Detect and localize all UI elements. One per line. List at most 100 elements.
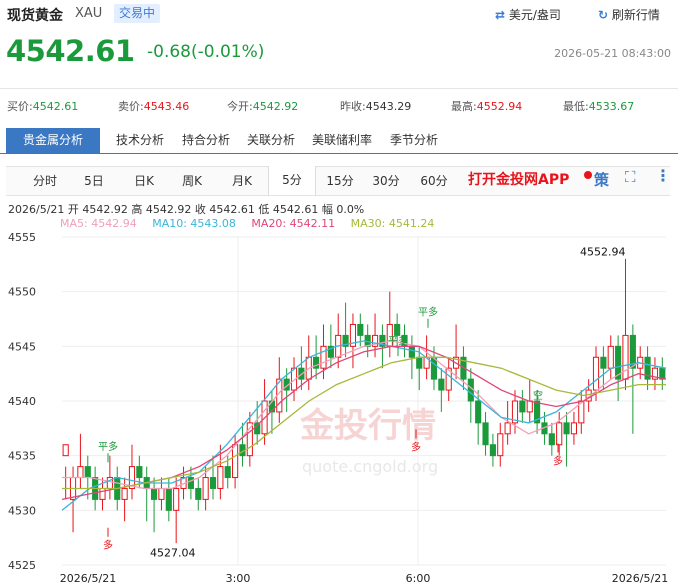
candle-body — [519, 400, 526, 413]
stat-prev-close-label: 昨收: — [340, 100, 366, 113]
watermark: 金投行情 quote.cngold.org — [299, 406, 438, 476]
candle-body — [497, 433, 504, 457]
watermark-brand: 金投行情 — [299, 406, 436, 446]
y-tick-label: 4545 — [8, 340, 36, 353]
fullscreen-icon[interactable]: ⛶ — [625, 168, 636, 186]
candle-body — [526, 400, 533, 413]
swap-icon: ⇄ — [495, 8, 506, 22]
candle-body — [600, 356, 607, 369]
candle-body — [232, 444, 239, 479]
candle-body — [548, 433, 555, 446]
candle-body — [187, 477, 194, 489]
signal-label: 多 — [103, 539, 113, 552]
period-tab-intraday[interactable]: 分时 — [26, 167, 64, 195]
stat-high-label: 最高: — [451, 100, 477, 113]
category-tabs: 贵金属分析 技术分析 持合分析 关联分析 美联储利率 季节分析 — [0, 128, 678, 153]
refresh-label: 刷新行情 — [611, 8, 660, 22]
candle-body — [475, 400, 482, 424]
quote-datetime: 2026-05-21 08:43:00 — [554, 47, 671, 60]
x-tick-label: 6:00 — [406, 572, 431, 585]
period-tab-60min[interactable]: 60分 — [418, 167, 450, 195]
candle-body — [77, 466, 84, 479]
currency-toggle[interactable]: ⇄ 美元/盎司 — [495, 6, 561, 23]
y-tick-label: 4525 — [8, 559, 36, 572]
current-price: 4542.61 — [6, 34, 135, 68]
signal-label: 空 — [533, 389, 543, 402]
stat-bid: 买价:4542.61 — [7, 98, 78, 114]
period-tab-daily[interactable]: 日K — [126, 167, 162, 195]
tab-technical[interactable]: 技术分析 — [116, 128, 164, 153]
candle-body — [394, 323, 401, 336]
stat-prev-close-value: 4543.29 — [365, 100, 412, 113]
tab-seasonal[interactable]: 季节分析 — [390, 128, 438, 153]
tab-fed-rate[interactable]: 美联储利率 — [312, 128, 372, 153]
signal-label: 多 — [411, 440, 421, 453]
candle-body — [121, 487, 128, 500]
low-price-label: 4527.04 — [150, 547, 196, 560]
x-tick-label: 3:00 — [226, 572, 251, 585]
stat-low-label: 最低: — [563, 100, 589, 113]
watermark-url: quote.cngold.org — [302, 457, 438, 476]
candle-body — [504, 422, 511, 435]
more-icon[interactable]: ⋮ — [655, 166, 671, 185]
stat-prev-close: 昨收:4543.29 — [340, 98, 411, 114]
candle-body — [556, 422, 563, 446]
stat-ask-value: 4543.46 — [143, 100, 190, 113]
candle-body — [570, 422, 578, 435]
candle-body — [467, 378, 474, 402]
candle-body — [489, 444, 496, 457]
open-app-link[interactable]: 打开金投网APP — [468, 169, 569, 189]
stat-high: 最高:4552.94 — [451, 98, 522, 114]
refresh-icon: ↻ — [598, 8, 609, 22]
period-tab-5day[interactable]: 5日 — [78, 167, 110, 195]
stat-open-value: 4542.92 — [252, 100, 299, 113]
stat-high-value: 4552.94 — [476, 100, 523, 113]
candle-body — [195, 487, 202, 500]
candle-body — [62, 444, 69, 457]
candle-body — [438, 378, 445, 391]
candle-body — [136, 466, 143, 479]
stat-open: 今开:4542.92 — [227, 98, 298, 114]
period-tabs: 分时 5日 日K 周K 月K 5分 15分 30分 60分 — [6, 166, 670, 196]
y-tick-label: 4540 — [8, 395, 36, 408]
candle-body — [158, 487, 165, 500]
period-tab-weekly[interactable]: 周K — [174, 167, 210, 195]
strategy-button[interactable]: 策 — [594, 169, 609, 190]
candle-body — [150, 487, 158, 500]
candle-info: 2026/5/21 开 4542.92 高 4542.92 收 4542.61 … — [8, 203, 365, 216]
candle-body — [165, 487, 172, 511]
high-price-label: 4552.94 — [580, 246, 626, 259]
candle-body — [99, 487, 106, 500]
tab-correlation[interactable]: 关联分析 — [247, 128, 295, 153]
candle-body — [622, 334, 629, 380]
candle-body — [84, 466, 91, 479]
tab-positions[interactable]: 持合分析 — [182, 128, 230, 153]
y-tick-label: 4530 — [8, 504, 36, 517]
signal-label: 平多 — [418, 306, 438, 319]
tab-precious-metals[interactable]: 贵金属分析 — [6, 128, 100, 153]
divider — [0, 88, 678, 89]
currency-toggle-label: 美元/盎司 — [508, 8, 561, 22]
stat-open-label: 今开: — [227, 100, 253, 113]
candle-body — [607, 345, 614, 369]
notification-dot — [584, 171, 592, 179]
period-tab-5min[interactable]: 5分 — [268, 166, 316, 195]
tabs-underline — [0, 153, 678, 154]
price-change: -0.68(-0.01%) — [147, 42, 265, 62]
candlestick-chart[interactable]: 金投行情 quote.cngold.org 4555 4550 4545 4540 45… — [0, 227, 678, 587]
period-tab-30min[interactable]: 30分 — [370, 167, 402, 195]
period-tab-monthly[interactable]: 月K — [224, 167, 260, 195]
y-tick-label: 4550 — [8, 286, 36, 299]
stat-low-value: 4533.67 — [588, 100, 635, 113]
candle-body — [563, 422, 570, 435]
trading-status-badge: 交易中 — [114, 4, 161, 23]
refresh-button[interactable]: ↻ 刷新行情 — [598, 6, 660, 23]
candle-body — [482, 422, 489, 446]
candle-body — [209, 477, 217, 489]
candle-body — [357, 323, 364, 336]
stat-bid-label: 买价: — [7, 100, 33, 113]
signal-label: 平多 — [98, 440, 118, 453]
stat-bid-value: 4542.61 — [32, 100, 79, 113]
candle-body — [173, 487, 180, 511]
period-tab-15min[interactable]: 15分 — [324, 167, 356, 195]
